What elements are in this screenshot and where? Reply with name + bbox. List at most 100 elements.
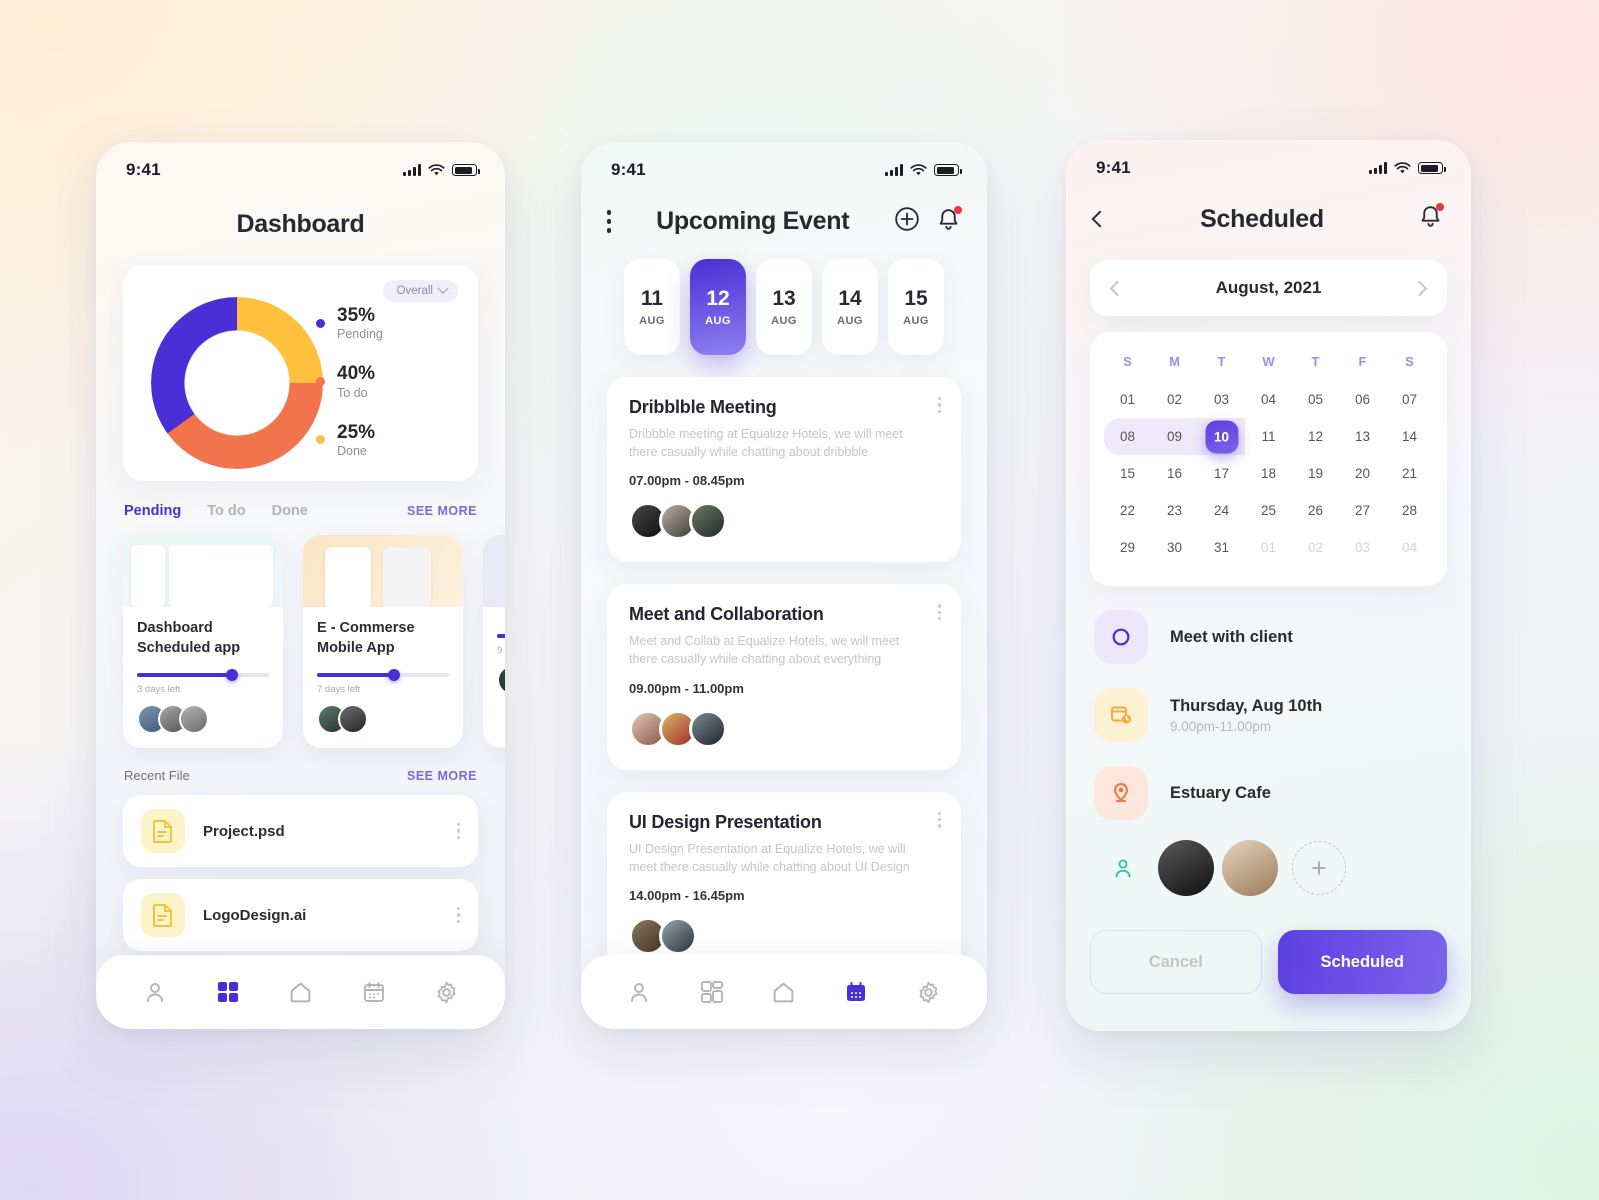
project-progress-bar[interactable] — [317, 669, 449, 682]
calendar-day[interactable]: 18 — [1245, 455, 1292, 492]
calendar-day[interactable]: 04 — [1245, 381, 1292, 418]
calendar-day[interactable]: 01 — [1104, 381, 1151, 418]
nav-calendar-icon[interactable] — [839, 975, 873, 1009]
calendar-day[interactable]: 25 — [1245, 492, 1292, 529]
nav-home-icon[interactable] — [767, 975, 801, 1009]
schedule-button[interactable]: Scheduled — [1277, 930, 1447, 994]
calendar-day[interactable]: 07 — [1386, 381, 1433, 418]
prev-month-icon[interactable] — [1109, 280, 1126, 296]
event-avatars — [629, 502, 939, 541]
see-more-files-link[interactable]: SEE MORE — [407, 769, 477, 783]
calendar-day-next-month[interactable]: 02 — [1292, 529, 1339, 566]
add-event-icon[interactable] — [894, 206, 920, 237]
tab-todo[interactable]: To do — [207, 503, 245, 519]
calendar-day-selected[interactable]: 10 — [1198, 418, 1245, 455]
next-month-icon[interactable] — [1411, 280, 1428, 296]
nav-grid-icon[interactable] — [211, 975, 245, 1009]
calendar-day[interactable]: 28 — [1386, 492, 1433, 529]
calendar-day[interactable]: 31 — [1198, 529, 1245, 566]
calendar-day[interactable]: 05 — [1292, 381, 1339, 418]
calendar-day[interactable]: 20 — [1339, 455, 1386, 492]
calendar-day[interactable]: 17 — [1198, 455, 1245, 492]
event-menu-icon[interactable] — [937, 811, 941, 828]
day-name: T — [1217, 354, 1226, 369]
nav-person-icon[interactable] — [138, 975, 172, 1009]
calendar-day[interactable]: 06 — [1339, 381, 1386, 418]
project-card[interactable]: 9 d — [483, 535, 505, 749]
calendar-day[interactable]: 02 — [1151, 381, 1198, 418]
nav-person-icon[interactable] — [622, 975, 656, 1009]
avatar — [179, 704, 209, 735]
file-menu-icon[interactable] — [456, 823, 460, 840]
nav-home-icon[interactable] — [284, 975, 318, 1009]
nav-calendar-icon[interactable] — [357, 975, 391, 1009]
detail-title: Thursday, Aug 10th — [1170, 696, 1323, 715]
calendar-day[interactable]: 16 — [1151, 455, 1198, 492]
file-row[interactable]: Project.psd — [123, 795, 478, 868]
calendar-day[interactable]: 21 — [1386, 455, 1433, 492]
notification-badge — [1436, 203, 1444, 211]
calendar-day-next-month[interactable]: 03 — [1339, 529, 1386, 566]
date-cell[interactable]: 11 AUG — [624, 259, 680, 355]
calendar-day[interactable]: 27 — [1339, 492, 1386, 529]
file-menu-icon[interactable] — [456, 907, 460, 924]
chart-card: Overall 35% Pending 40% To do 25% Done — [123, 265, 478, 481]
tab-done[interactable]: Done — [272, 503, 308, 519]
calendar-day[interactable]: 13 — [1339, 418, 1386, 455]
calendar-day[interactable]: 19 — [1292, 455, 1339, 492]
calendar-day[interactable]: 29 — [1104, 529, 1151, 566]
recent-file-label: Recent File — [124, 768, 190, 784]
calendar-day[interactable]: 11 — [1245, 418, 1292, 455]
calendar-week: 22 23 24 25 26 27 28 — [1104, 492, 1433, 529]
calendar-day[interactable]: 03 — [1198, 381, 1245, 418]
calendar-week: 01 02 03 04 05 06 07 — [1104, 381, 1433, 418]
project-progress-bar[interactable] — [497, 634, 505, 638]
page-title-row: Dashboard — [96, 210, 505, 239]
chart-filter-dropdown[interactable]: Overall — [382, 280, 458, 302]
calendar-day[interactable]: 24 — [1198, 492, 1245, 529]
file-row[interactable]: LogoDesign.ai — [123, 879, 478, 952]
nav-grid-icon[interactable] — [695, 975, 729, 1009]
nav-gear-icon[interactable] — [912, 975, 946, 1009]
calendar-day[interactable]: 30 — [1151, 529, 1198, 566]
calendar-day[interactable]: 22 — [1104, 492, 1151, 529]
notification-bell-icon[interactable] — [1418, 203, 1444, 234]
project-carousel[interactable]: Dashboard Scheduled app 3 days left E - … — [123, 535, 505, 749]
tab-pending[interactable]: Pending — [124, 503, 181, 519]
calendar-day[interactable]: 15 — [1104, 455, 1151, 492]
date-cell[interactable]: 13 AUG — [756, 259, 812, 355]
event-menu-icon[interactable] — [937, 397, 941, 414]
event-menu-icon[interactable] — [937, 604, 941, 621]
calendar-day-next-month[interactable]: 01 — [1245, 529, 1292, 566]
event-avatars — [629, 709, 939, 748]
add-participant-button[interactable]: + — [1292, 841, 1346, 895]
nav-gear-icon[interactable] — [430, 975, 464, 1009]
date-cell[interactable]: 15 AUG — [888, 259, 944, 355]
bottom-nav — [581, 955, 987, 1029]
calendar-day-in-range[interactable]: 08 — [1104, 418, 1151, 455]
file-name: Project.psd — [203, 822, 285, 840]
project-card[interactable]: E - Commerse Mobile App 7 days left — [303, 535, 463, 749]
calendar-day[interactable]: 26 — [1292, 492, 1339, 529]
calendar-day[interactable]: 14 — [1386, 418, 1433, 455]
see-more-projects-link[interactable]: SEE MORE — [407, 504, 477, 518]
date-cell[interactable]: 14 AUG — [822, 259, 878, 355]
month-selector: August, 2021 — [1090, 260, 1447, 316]
project-name: E - Commerse Mobile App — [317, 620, 415, 656]
legend-label-done: Done — [337, 443, 367, 458]
chevron-down-icon — [437, 282, 449, 294]
project-progress-bar[interactable] — [137, 669, 269, 682]
calendar-day[interactable]: 12 — [1292, 418, 1339, 455]
date-cell-selected[interactable]: 12 AUG — [690, 259, 746, 355]
notification-bell-icon[interactable] — [936, 205, 962, 237]
avatar[interactable] — [1158, 840, 1214, 896]
calendar-day-in-range[interactable]: 09 — [1151, 418, 1198, 455]
event-card[interactable]: Dribblble Meeting Dribbble meeting at Eq… — [607, 377, 961, 563]
event-card[interactable]: Meet and Collaboration Meet and Collab a… — [607, 584, 961, 770]
project-card[interactable]: Dashboard Scheduled app 3 days left — [123, 535, 283, 749]
calendar-day-next-month[interactable]: 04 — [1386, 529, 1433, 566]
avatar[interactable] — [1222, 840, 1278, 896]
calendar-day[interactable]: 23 — [1151, 492, 1198, 529]
event-card[interactable]: UI Design Presentation UI Design Present… — [607, 791, 961, 977]
cancel-button[interactable]: Cancel — [1090, 930, 1262, 994]
